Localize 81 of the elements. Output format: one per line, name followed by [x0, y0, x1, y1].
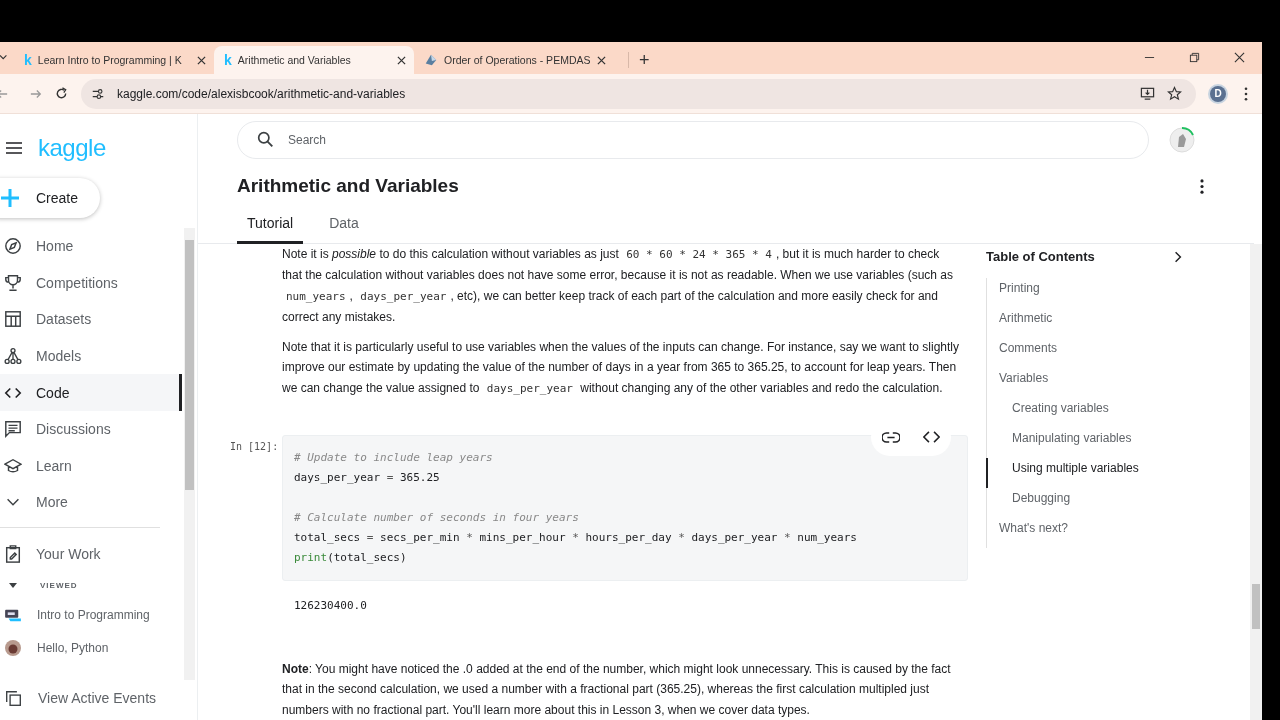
toc-title: Table of Contents — [986, 249, 1095, 264]
toc-item[interactable]: Arithmetic — [986, 308, 1208, 338]
tab-title: Learn Intro to Programming | K — [37, 54, 183, 66]
restore-icon[interactable] — [1189, 52, 1200, 63]
menu-icon[interactable] — [6, 142, 22, 154]
avatar-icon — [5, 639, 21, 656]
copy-icon — [5, 689, 22, 707]
table-icon — [4, 310, 22, 329]
chevron-right-icon[interactable] — [1174, 250, 1182, 263]
user-avatar[interactable] — [1167, 125, 1197, 155]
graduation-cap-icon — [4, 456, 22, 475]
toc-item[interactable]: Variables — [986, 368, 1208, 398]
scrollbar[interactable] — [184, 228, 195, 680]
clipboard-pencil-icon — [4, 545, 22, 564]
view-active-events-link[interactable]: View Active Events — [0, 680, 197, 716]
toc-item[interactable]: Manipulating variables — [986, 428, 1208, 458]
new-tab-button[interactable]: + — [628, 52, 650, 68]
nav-item[interactable]: Discussions — [0, 410, 182, 448]
link-icon[interactable] — [882, 431, 901, 443]
home-icon — [4, 237, 22, 256]
paragraph: Note: You might have noticed the .0 added at the end of the number, which might look unnecessary. This is caused by the fact that in the second calculation, we used a number with a fractional part (365.25), whereas the first calculation multipled just numbers with no fractional part. You'll learn more about this in Lesson 3, when we cover data types. — [282, 661, 952, 719]
page-tab[interactable]: Tutorial — [237, 215, 304, 244]
course-thumbnail-icon — [5, 607, 21, 622]
search-icon — [257, 131, 274, 148]
nav-item[interactable]: Competitions — [0, 264, 182, 302]
close-icon[interactable] — [397, 55, 406, 65]
nav-item[interactable]: Learn — [0, 447, 182, 485]
nav-item[interactable]: Datasets — [0, 301, 182, 338]
code-line: print(total_secs) — [294, 550, 408, 567]
nav-item[interactable]: Code — [0, 374, 182, 411]
network-icon — [4, 347, 22, 366]
chevron-down-icon[interactable] — [0, 52, 8, 62]
code-line: # Update to include leap years — [294, 450, 494, 467]
code-icon[interactable] — [922, 431, 940, 444]
plus-icon — [0, 188, 20, 208]
close-icon[interactable] — [597, 55, 606, 65]
comment-icon — [4, 420, 22, 439]
profile-avatar[interactable]: D — [1210, 85, 1226, 102]
toc-item[interactable]: Printing — [986, 278, 1208, 308]
search-field[interactable]: Search — [237, 121, 1149, 159]
cell-output: 126230400.0 — [294, 599, 368, 615]
site-settings-icon[interactable] — [91, 86, 105, 101]
more-options-icon[interactable] — [1244, 86, 1248, 101]
cell-prompt: In [12]: — [230, 440, 280, 453]
page-tab[interactable]: Data — [319, 215, 369, 244]
nav-item[interactable]: Home — [0, 228, 182, 265]
nav-item[interactable]: Your Work — [0, 535, 182, 573]
nav-item[interactable]: More — [0, 484, 182, 521]
toc-item[interactable]: Using multiple variables — [986, 458, 1208, 488]
address-bar[interactable]: kaggle.com/code/alexisbcook/arithmetic-and-variables — [81, 78, 1196, 109]
create-button[interactable]: Create — [0, 178, 100, 218]
reload-icon[interactable] — [55, 87, 68, 100]
browser-tab[interactable]: Order of Operations - PEMDAS — [414, 46, 614, 74]
toc-item[interactable]: What's next? — [986, 518, 1208, 548]
toc-item[interactable]: Creating variables — [986, 398, 1208, 428]
url-text: kaggle.com/code/alexisbcook/arithmetic-and-variables — [117, 86, 406, 101]
tab-favicon: k — [224, 52, 232, 68]
trophy-icon — [4, 273, 22, 292]
toc-item[interactable]: Debugging — [986, 488, 1208, 518]
viewed-item[interactable]: Hello, Python — [0, 631, 182, 665]
browser-tab[interactable]: k Arithmetic and Variables — [214, 46, 414, 74]
viewed-item[interactable]: Intro to Programming — [0, 598, 182, 632]
close-icon[interactable] — [1234, 52, 1245, 63]
browser-tab[interactable]: k Learn Intro to Programming | K — [14, 46, 214, 74]
tab-title: Arithmetic and Variables — [237, 54, 352, 66]
install-app-icon[interactable] — [1140, 86, 1155, 101]
star-icon[interactable] — [1167, 86, 1182, 101]
tab-title: Order of Operations - PEMDAS — [444, 54, 591, 66]
tab-favicon: k — [24, 52, 32, 68]
code-line: days_per_year = 365.25 — [294, 470, 441, 487]
notebook-title: Arithmetic and Variables — [237, 175, 459, 197]
scrollbar[interactable] — [1250, 244, 1262, 720]
paragraph: Note that it is particularly useful to use variables when the values of the inputs can change. For instance, say we want to slightly improve our estimate by updating the value of the number of days in a year from 365 to 365.25, to account for leap years. Then we can change the value assigned to days_per_year without changing any of the other variables and redo the calculation. — [282, 339, 961, 397]
section-heading: VIEWED — [40, 580, 78, 590]
code-line: total_secs = secs_per_min * mins_per_hour * hours_per_day * days_per_year * num_years — [294, 530, 858, 547]
close-icon[interactable] — [197, 55, 206, 65]
code-line: # Calculate number of seconds in four years — [294, 510, 580, 527]
more-options-icon[interactable] — [1200, 178, 1204, 194]
paragraph: Note it is possible to do this calculation without variables as just 60 * 60 * 24 * 365 * 4 , but it is much harder to check that the calculation without variables does not have some error, because it is not as readable. When we use variables (such as num_years , days_per_year , etc), we can better keep track of each part of the calculation and more easily check for and correct any mistakes. — [282, 246, 955, 326]
toc-item[interactable]: Comments — [986, 338, 1208, 368]
nav-item[interactable]: Models — [0, 337, 182, 375]
